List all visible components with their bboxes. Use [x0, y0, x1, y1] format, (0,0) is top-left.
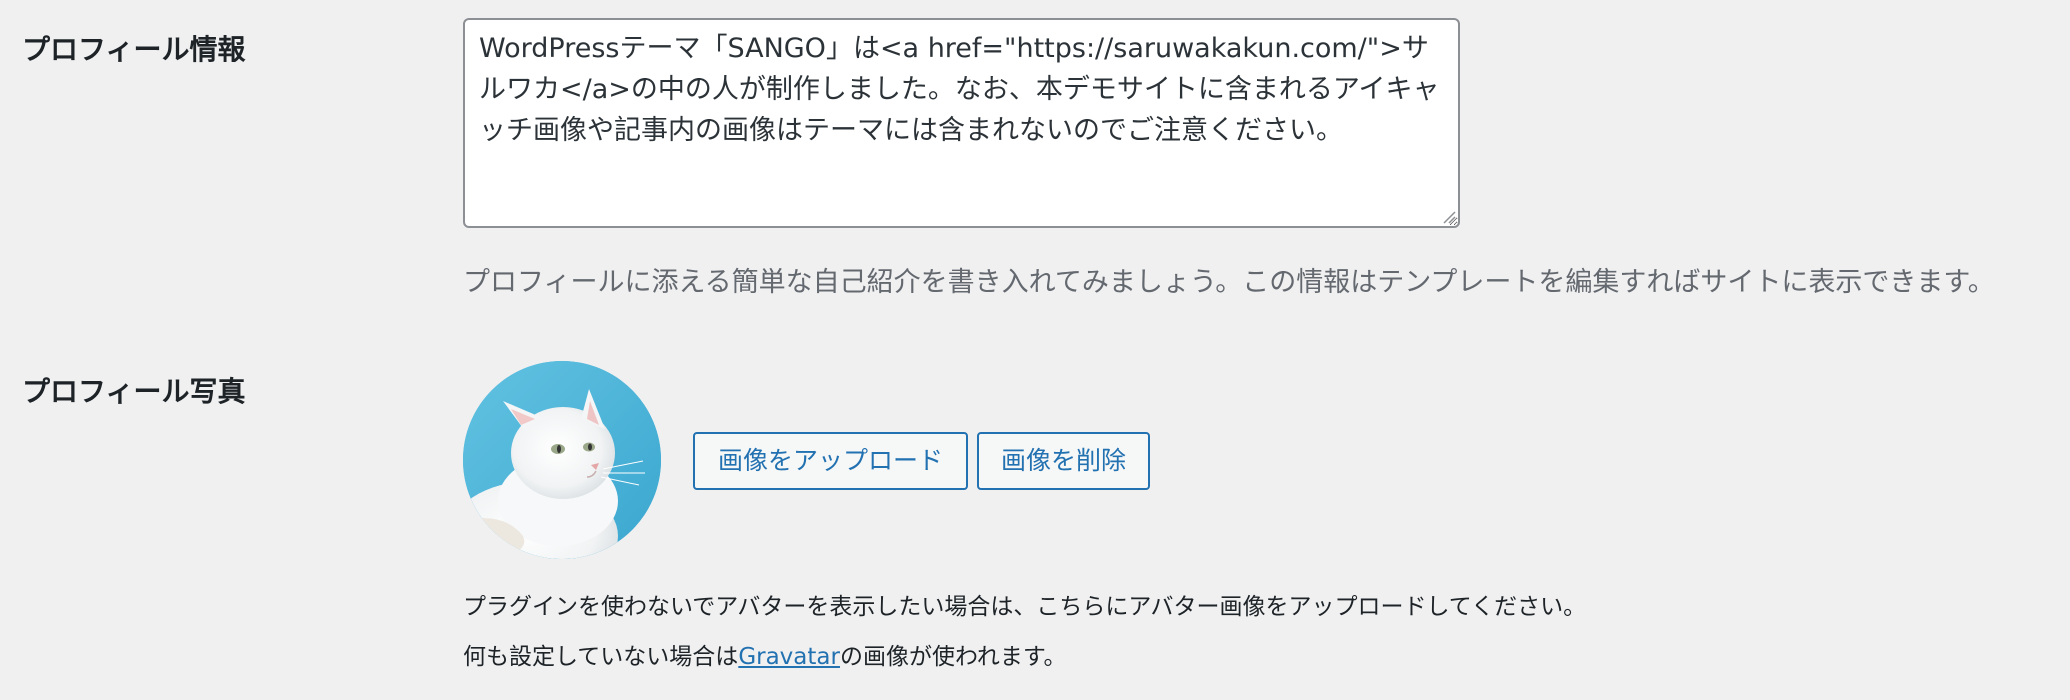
gravatar-link[interactable]: Gravatar: [738, 644, 840, 670]
resize-handle-icon[interactable]: [1442, 210, 1456, 224]
avatar: [463, 361, 661, 559]
gravatar-help-prefix: 何も設定していない場合は: [463, 644, 739, 670]
profile-bio-textarea[interactable]: WordPressテーマ「SANGO」は<a href="https://sar…: [463, 18, 1460, 228]
upload-image-button[interactable]: 画像をアップロード: [693, 432, 968, 490]
avatar-help-text: プラグインを使わないでアバターを表示したい場合は、こちらにアバター画像をアップロ…: [463, 594, 1587, 620]
gravatar-help-suffix: の画像が使われます。: [839, 644, 1067, 670]
profile-settings-page: プロフィール情報 WordPressテーマ「SANGO」は<a href="ht…: [0, 0, 2070, 700]
profile-bio-help-text: プロフィールに添える簡単な自己紹介を書き入れてみましょう。この情報はテンプレート…: [463, 267, 1995, 298]
gravatar-help-text: 何も設定していない場合はGravatarの画像が使われます。: [463, 637, 1067, 671]
cat-avatar-image: [463, 361, 661, 559]
remove-image-button[interactable]: 画像を削除: [977, 432, 1150, 490]
profile-bio-label: プロフィール情報: [22, 33, 246, 66]
profile-photo-label: プロフィール写真: [22, 375, 246, 408]
